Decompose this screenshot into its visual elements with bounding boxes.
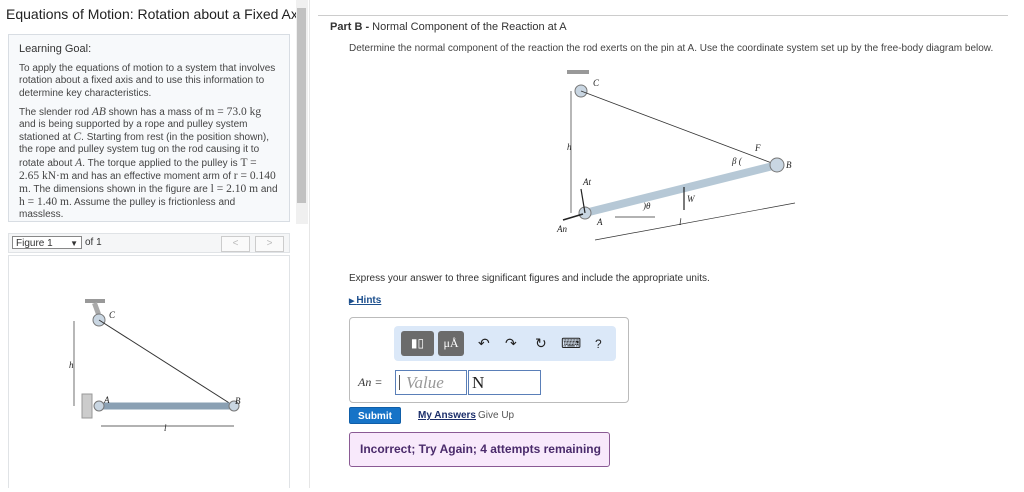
- part-description: Determine the normal component of the re…: [349, 43, 994, 54]
- label-a: A: [103, 395, 110, 405]
- page-title: Equations of Motion: Rotation about a Fi…: [6, 6, 308, 22]
- instructions: Express your answer to three significant…: [349, 273, 710, 284]
- hints-link[interactable]: ▶ Hints: [349, 295, 381, 306]
- panel-divider: [309, 0, 310, 488]
- figure-select[interactable]: Figure 1 ▼: [12, 236, 82, 249]
- next-figure-button[interactable]: >: [255, 236, 284, 252]
- submit-button[interactable]: Submit: [349, 407, 401, 424]
- learning-goal-panel: Learning Goal: To apply the equations of…: [8, 34, 290, 222]
- free-body-diagram: C h At An A )θ W l β ( F B: [556, 70, 796, 241]
- fbd-label-theta: )θ: [642, 201, 651, 211]
- units-button[interactable]: μÅ: [438, 331, 464, 356]
- learning-goal-text: To apply the equations of motion to a sy…: [19, 63, 276, 99]
- unit-input[interactable]: N: [468, 370, 541, 395]
- value-input[interactable]: Value: [395, 370, 467, 395]
- fbd-label-w: W: [687, 194, 696, 204]
- reset-icon[interactable]: ↻: [535, 335, 547, 352]
- fbd-label-h: h: [567, 142, 572, 152]
- my-answers-link[interactable]: My Answers: [418, 410, 476, 421]
- top-divider: [318, 15, 1008, 16]
- fbd-label-a: A: [596, 217, 603, 227]
- give-up-link[interactable]: Give Up: [478, 410, 514, 421]
- answer-label: An =: [358, 375, 383, 389]
- scrollbar-thumb[interactable]: [297, 8, 306, 203]
- label-l: l: [164, 423, 167, 433]
- fbd-label-b: B: [786, 160, 792, 170]
- figure-1-diagram: C h A B l: [69, 299, 241, 433]
- fbd-label-f: F: [754, 143, 761, 153]
- fbd-label-at: At: [582, 177, 591, 187]
- fbd-label-l: l: [679, 217, 682, 227]
- part-title: Part B - Normal Component of the Reactio…: [330, 21, 567, 33]
- fbd-label-an: An: [556, 224, 567, 234]
- label-c: C: [109, 310, 116, 320]
- prev-figure-button[interactable]: <: [221, 236, 250, 252]
- fbd-label-beta: β (: [731, 156, 743, 166]
- learning-goal-heading: Learning Goal:: [19, 43, 92, 55]
- redo-icon[interactable]: ↷: [505, 335, 517, 352]
- figure-count: of 1: [85, 237, 102, 248]
- label-h: h: [69, 360, 74, 370]
- problem-statement: The slender rod AB shown has a mass of m…: [19, 105, 278, 221]
- undo-icon[interactable]: ↶: [478, 335, 490, 352]
- figure-panel: C h A B l: [8, 255, 290, 488]
- label-b: B: [235, 396, 241, 406]
- keyboard-icon[interactable]: ⌨: [561, 335, 581, 352]
- feedback-message: Incorrect; Try Again; 4 attempts remaini…: [349, 432, 610, 467]
- help-icon[interactable]: ?: [595, 337, 602, 351]
- templates-button[interactable]: ▮▯: [401, 331, 434, 356]
- fbd-label-c: C: [593, 78, 600, 88]
